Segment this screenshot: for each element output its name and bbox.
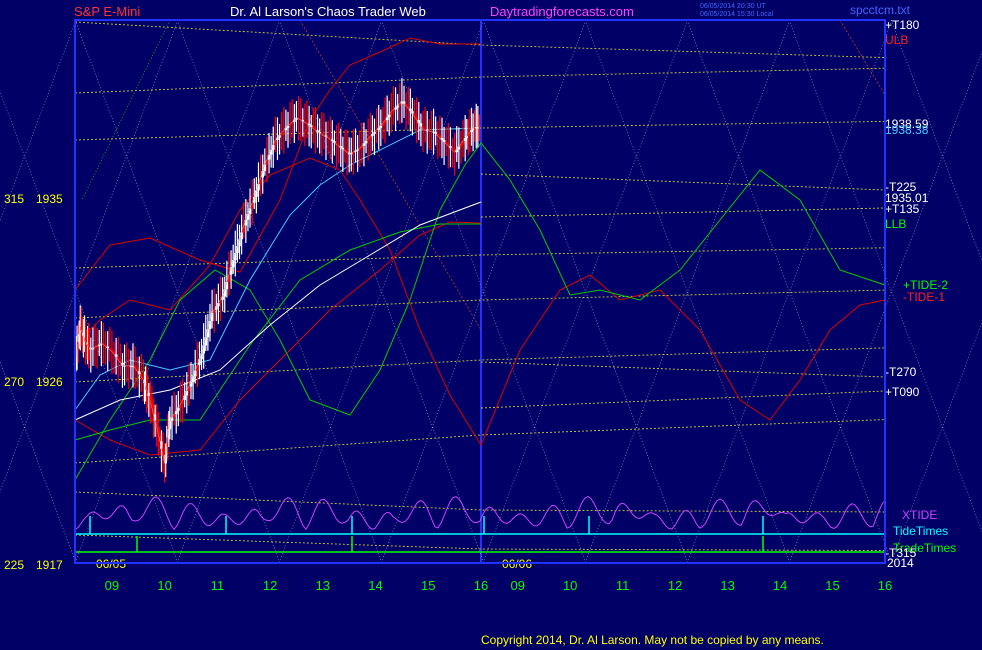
right-label: +T180 <box>885 18 920 32</box>
x-tick-day2: 13 <box>720 578 734 593</box>
y-axis-price-label: 1917 <box>36 558 63 572</box>
llb-curve <box>74 223 481 441</box>
ulb-curve <box>74 37 481 291</box>
y-axis-price-label: 1935 <box>36 192 63 206</box>
x-tick-day1: 13 <box>316 578 330 593</box>
x-tick-day2: 14 <box>773 578 787 593</box>
x-tick-day1: 15 <box>421 578 435 593</box>
x-tick-day2: 15 <box>825 578 839 593</box>
right-label: +T090 <box>885 385 920 399</box>
x-tick-day2: 09 <box>510 578 524 593</box>
right-label: 2014 <box>887 556 914 570</box>
grid-layer <box>0 19 982 564</box>
level-line <box>480 207 886 218</box>
x-tick-day2: 11 <box>616 578 630 593</box>
price-layer <box>73 78 481 483</box>
lattice-line <box>0 90 179 564</box>
chaos-trader-chart: 315 1935 270 1926 225 1917 09 10 11 12 13 14 15 16 09 1… <box>0 18 982 593</box>
x-tick-day1: 16 <box>474 578 488 593</box>
lattice-line <box>0 19 77 223</box>
x-tick-day2: 12 <box>668 578 682 593</box>
y-axis-price-label: 1926 <box>36 375 63 389</box>
lattice-line <box>0 19 179 493</box>
x-tick-day1: 10 <box>157 578 171 593</box>
right-label: -TIDE-1 <box>903 290 945 304</box>
right-label: XTIDE <box>902 508 937 522</box>
level-line <box>480 361 886 378</box>
right-label: TideTimes <box>893 524 948 538</box>
y-axis-left-label: 315 <box>4 192 24 206</box>
copyright-notice: Copyright 2014, Dr. Al Larson. May not b… <box>481 633 824 647</box>
level-line <box>480 390 886 409</box>
right-label: -T270 <box>885 365 917 379</box>
right-label: 1938.38 <box>885 123 929 137</box>
y-axis-left-label: 270 <box>4 375 24 389</box>
lattice-line <box>0 360 77 564</box>
x-tick-day2: 10 <box>563 578 577 593</box>
red-dotted-line <box>299 19 482 331</box>
x-tick-day1: 11 <box>211 578 225 593</box>
level-line <box>480 173 886 191</box>
right-label: ULB <box>885 33 908 47</box>
right-label: LLB <box>885 217 906 231</box>
x-tick-day2: 16 <box>878 578 892 593</box>
x-tick-day1: 14 <box>368 578 382 593</box>
green-dotted-line <box>81 19 171 201</box>
right-label: +T135 <box>885 202 920 216</box>
x-tick-day1: 12 <box>263 578 277 593</box>
y-axis-left-label: 225 <box>4 558 24 572</box>
x-tick-day1: 09 <box>105 578 119 593</box>
